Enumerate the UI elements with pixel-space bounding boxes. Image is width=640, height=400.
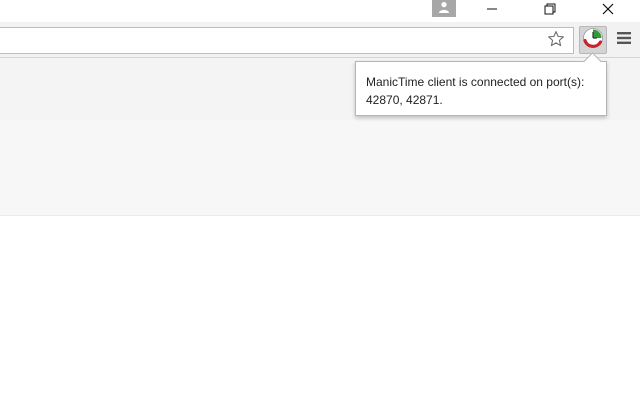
profile-button[interactable]	[432, 0, 456, 17]
close-button[interactable]	[588, 0, 628, 22]
address-bar[interactable]	[0, 27, 574, 54]
page-content-area	[0, 216, 640, 400]
minimize-button[interactable]	[472, 0, 512, 22]
person-icon	[438, 0, 450, 18]
manictime-icon	[582, 27, 604, 54]
extension-popup: ManicTime client is connected on port(s)…	[355, 52, 607, 116]
star-icon	[547, 30, 565, 53]
browser-toolbar	[0, 22, 640, 58]
address-input[interactable]	[3, 31, 537, 52]
restore-button[interactable]	[530, 0, 570, 22]
manictime-extension-button[interactable]	[579, 26, 607, 54]
bookmark-star-button[interactable]	[545, 30, 567, 53]
minimize-icon	[486, 2, 498, 20]
restore-icon	[544, 2, 556, 20]
close-icon	[602, 2, 614, 20]
chrome-menu-button[interactable]	[614, 30, 634, 50]
hamburger-menu-icon	[617, 31, 631, 49]
connection-status-text: ManicTime client is connected on port(s)…	[366, 75, 585, 89]
title-bar	[0, 0, 640, 22]
port-numbers-text: 42870, 42871.	[366, 93, 443, 107]
